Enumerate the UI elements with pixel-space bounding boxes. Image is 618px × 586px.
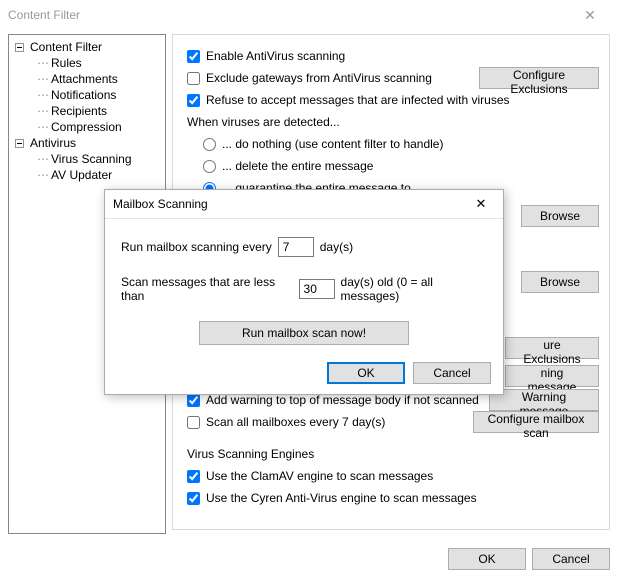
tree-node-virus-scanning[interactable]: ⋯Virus Scanning bbox=[11, 151, 163, 167]
dialog-cancel-button[interactable]: Cancel bbox=[413, 362, 491, 384]
ning-message-button[interactable]: ning message bbox=[505, 365, 599, 387]
engines-label: Virus Scanning Engines bbox=[187, 447, 599, 461]
run-every-input[interactable] bbox=[278, 237, 314, 257]
main-window: Content Filter ✕ Content Filter ⋯Rules ⋯… bbox=[0, 0, 618, 586]
close-icon[interactable]: ✕ bbox=[570, 0, 610, 30]
dialog-buttons: OK Cancel bbox=[448, 548, 610, 570]
scan-less-row: Scan messages that are less than day(s) … bbox=[121, 275, 487, 303]
ok-button[interactable]: OK bbox=[448, 548, 526, 570]
dialog-action-buttons: OK Cancel bbox=[327, 362, 491, 384]
run-every-suffix: day(s) bbox=[320, 240, 353, 254]
collapse-icon[interactable] bbox=[15, 139, 24, 148]
scan-less-input[interactable] bbox=[299, 279, 335, 299]
detected-label: When viruses are detected... bbox=[187, 111, 599, 133]
tree-node-content-filter[interactable]: Content Filter bbox=[11, 39, 163, 55]
tree-node-rules[interactable]: ⋯Rules bbox=[11, 55, 163, 71]
option-do-nothing[interactable]: ... do nothing (use content filter to ha… bbox=[203, 137, 443, 151]
add-warning-checkbox[interactable]: Add warning to top of message body if no… bbox=[187, 393, 479, 407]
dialog-body: Run mailbox scanning every day(s) Scan m… bbox=[105, 219, 503, 345]
titlebar: Content Filter ✕ bbox=[0, 0, 618, 30]
enable-av-checkbox[interactable]: Enable AntiVirus scanning bbox=[187, 49, 345, 63]
close-icon[interactable]: ✕ bbox=[463, 192, 499, 216]
run-every-label: Run mailbox scanning every bbox=[121, 240, 272, 254]
configure-mailbox-scan-button[interactable]: Configure mailbox scan bbox=[473, 411, 599, 433]
tree-node-av-updater[interactable]: ⋯AV Updater bbox=[11, 167, 163, 183]
configure-exclusions-button[interactable]: Configure Exclusions bbox=[479, 67, 599, 89]
browse-button-2[interactable]: Browse bbox=[521, 271, 599, 293]
refuse-infected-checkbox[interactable]: Refuse to accept messages that are infec… bbox=[187, 93, 510, 107]
option-delete-message[interactable]: ... delete the entire message bbox=[203, 159, 373, 173]
dialog-titlebar: Mailbox Scanning ✕ bbox=[105, 190, 503, 219]
collapse-icon[interactable] bbox=[15, 43, 24, 52]
tree-node-compression[interactable]: ⋯Compression bbox=[11, 119, 163, 135]
ure-exclusions-button[interactable]: ure Exclusions bbox=[505, 337, 599, 359]
browse-button-1[interactable]: Browse bbox=[521, 205, 599, 227]
tree-node-notifications[interactable]: ⋯Notifications bbox=[11, 87, 163, 103]
scan-less-suffix: day(s) old (0 = all messages) bbox=[341, 275, 487, 303]
exclude-gateways-checkbox[interactable]: Exclude gateways from AntiVirus scanning bbox=[187, 71, 432, 85]
cancel-button[interactable]: Cancel bbox=[532, 548, 610, 570]
dialog-ok-button[interactable]: OK bbox=[327, 362, 405, 384]
use-cyren-checkbox[interactable]: Use the Cyren Anti-Virus engine to scan … bbox=[187, 491, 477, 505]
warning-message-button[interactable]: Warning message bbox=[489, 389, 599, 411]
window-title: Content Filter bbox=[8, 8, 570, 22]
tree-node-recipients[interactable]: ⋯Recipients bbox=[11, 103, 163, 119]
dialog-title: Mailbox Scanning bbox=[113, 197, 463, 211]
run-mailbox-scan-button[interactable]: Run mailbox scan now! bbox=[199, 321, 409, 345]
mailbox-scanning-dialog: Mailbox Scanning ✕ Run mailbox scanning … bbox=[104, 189, 504, 395]
tree-node-antivirus[interactable]: Antivirus bbox=[11, 135, 163, 151]
run-every-row: Run mailbox scanning every day(s) bbox=[121, 237, 487, 257]
scan-all-checkbox[interactable]: Scan all mailboxes every 7 day(s) bbox=[187, 415, 385, 429]
scan-less-label: Scan messages that are less than bbox=[121, 275, 293, 303]
tree-node-attachments[interactable]: ⋯Attachments bbox=[11, 71, 163, 87]
use-clamav-checkbox[interactable]: Use the ClamAV engine to scan messages bbox=[187, 469, 433, 483]
